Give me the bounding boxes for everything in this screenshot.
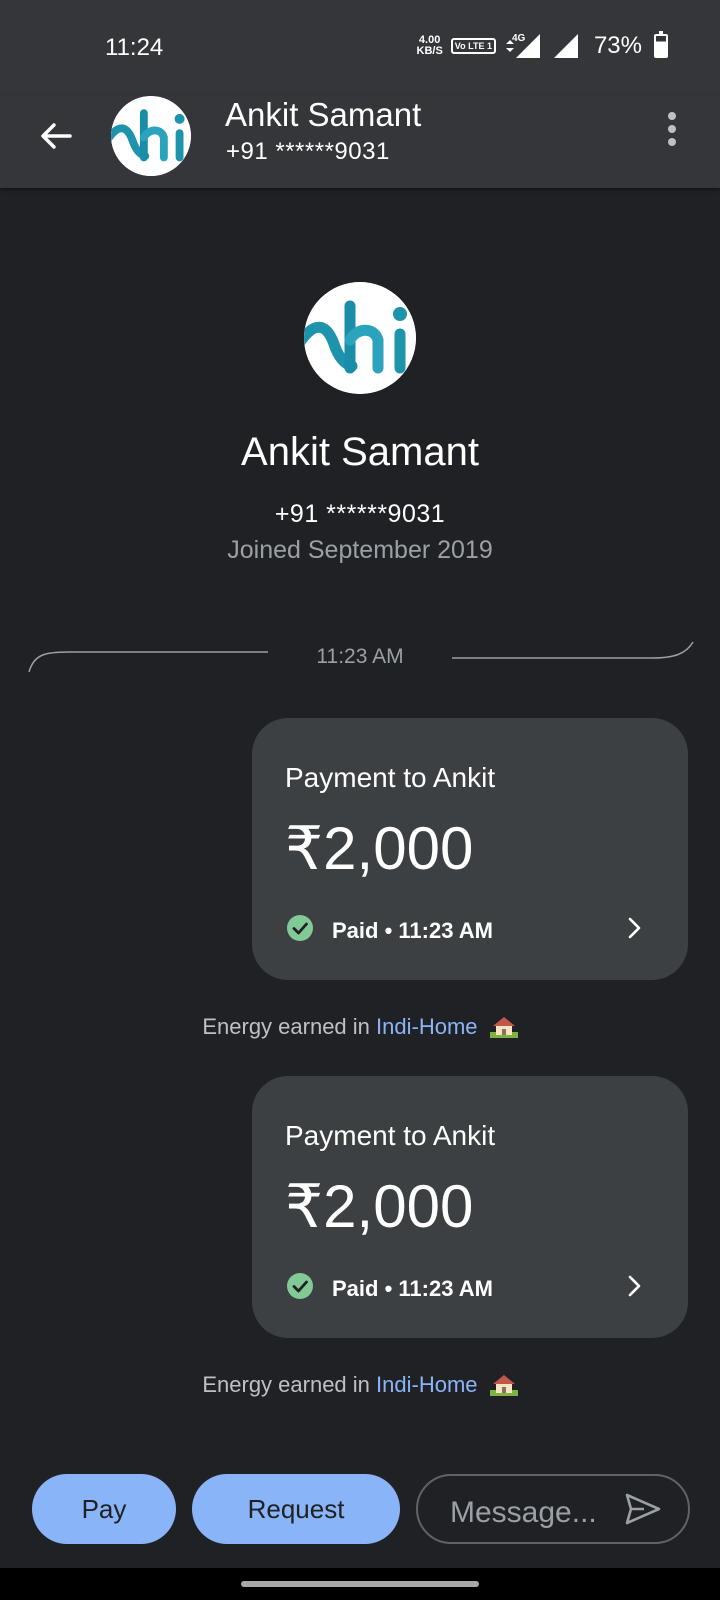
profile-name: Ankit Samant — [241, 430, 479, 474]
battery-icon — [654, 31, 668, 58]
payment-title: Payment to Ankit — [285, 762, 496, 793]
status-bar: 11:24 4.00 KB/S Vo LTE 1 4G 73% — [0, 0, 720, 96]
profile-phone: +91 ******9031 — [274, 500, 446, 528]
house-emoji-icon — [489, 1017, 518, 1038]
payment-amount: ₹2,000 — [285, 815, 474, 882]
app-bar: Ankit Samant +91 ******9031 — [0, 96, 720, 188]
chevron-right-icon[interactable] — [622, 1274, 646, 1298]
message-placeholder: Message... — [450, 1496, 597, 1529]
volte-icon: Vo LTE 1 — [450, 38, 496, 54]
navigation-bar — [0, 1568, 720, 1600]
battery-percent: 73% — [593, 32, 642, 59]
payment-status: Paid • 11:23 AM — [332, 918, 493, 943]
network-speed: 4.00 KB/S — [416, 34, 443, 57]
payment-card[interactable]: Payment to Ankit ₹2,000 Paid • 11:23 AM — [252, 718, 688, 980]
network-4g-icon: 4G — [505, 33, 540, 58]
paid-check-icon — [287, 1273, 313, 1299]
pay-button[interactable]: Pay — [32, 1474, 176, 1544]
reward-note: Energy earned in Indi-Home — [0, 1372, 720, 1398]
payment-title: Payment to Ankit — [285, 1120, 496, 1151]
reward-note: Energy earned in Indi-Home — [0, 1014, 720, 1040]
payment-card[interactable]: Payment to Ankit ₹2,000 Paid • 11:23 AM — [252, 1076, 688, 1338]
chevron-right-icon[interactable] — [622, 916, 646, 940]
avatar[interactable] — [111, 96, 191, 176]
message-input[interactable]: Message... — [416, 1474, 690, 1544]
reward-link[interactable]: Indi-Home — [376, 1372, 477, 1397]
svg-text:4G: 4G — [512, 33, 526, 44]
divider-line-right — [452, 641, 694, 659]
status-icons: 4.00 KB/S Vo LTE 1 4G 73% — [416, 31, 668, 60]
signal-icon — [553, 34, 578, 58]
reward-link[interactable]: Indi-Home — [376, 1014, 477, 1039]
profile-joined-date: Joined September 2019 — [227, 536, 493, 564]
back-arrow-icon[interactable] — [36, 116, 76, 156]
header-contact-name[interactable]: Ankit Samant — [225, 96, 421, 134]
profile-avatar — [304, 282, 416, 394]
send-icon[interactable] — [624, 1492, 662, 1526]
request-button[interactable]: Request — [192, 1474, 400, 1544]
header-contact-phone: +91 ******9031 — [226, 138, 390, 165]
house-emoji-icon — [489, 1375, 518, 1396]
status-time: 11:24 — [105, 34, 164, 61]
payment-status: Paid • 11:23 AM — [332, 1276, 493, 1301]
payment-amount: ₹2,000 — [285, 1173, 474, 1240]
more-options-icon[interactable] — [652, 110, 692, 150]
gesture-handle[interactable] — [241, 1581, 479, 1587]
paid-check-icon — [287, 915, 313, 941]
